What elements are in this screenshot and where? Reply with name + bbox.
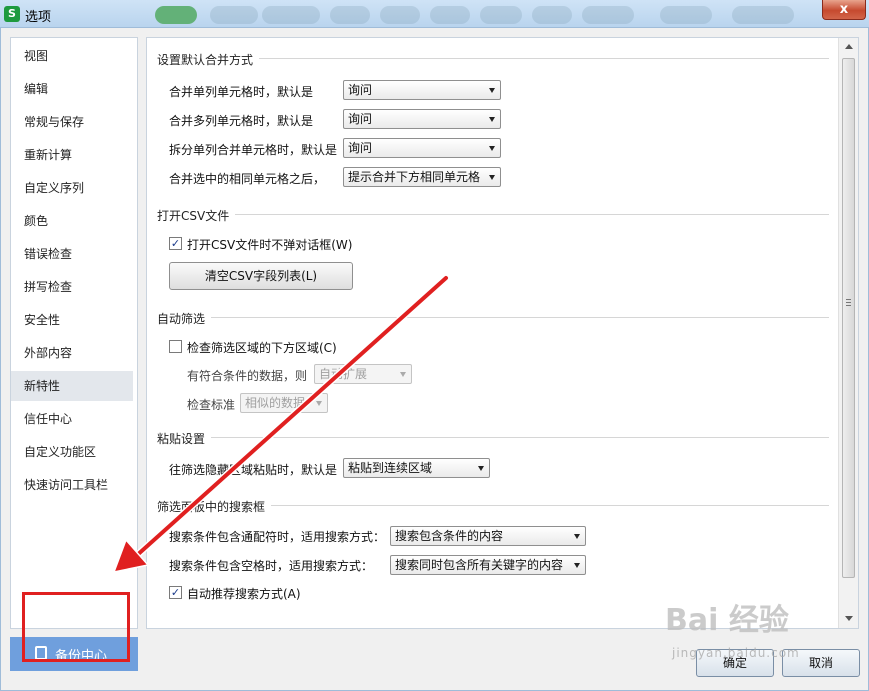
annotation-arrow [112, 274, 450, 574]
baidu-watermark: Bai 经验 [665, 603, 789, 638]
baidu-watermark-url: jingyan.baidu.com [672, 646, 800, 660]
